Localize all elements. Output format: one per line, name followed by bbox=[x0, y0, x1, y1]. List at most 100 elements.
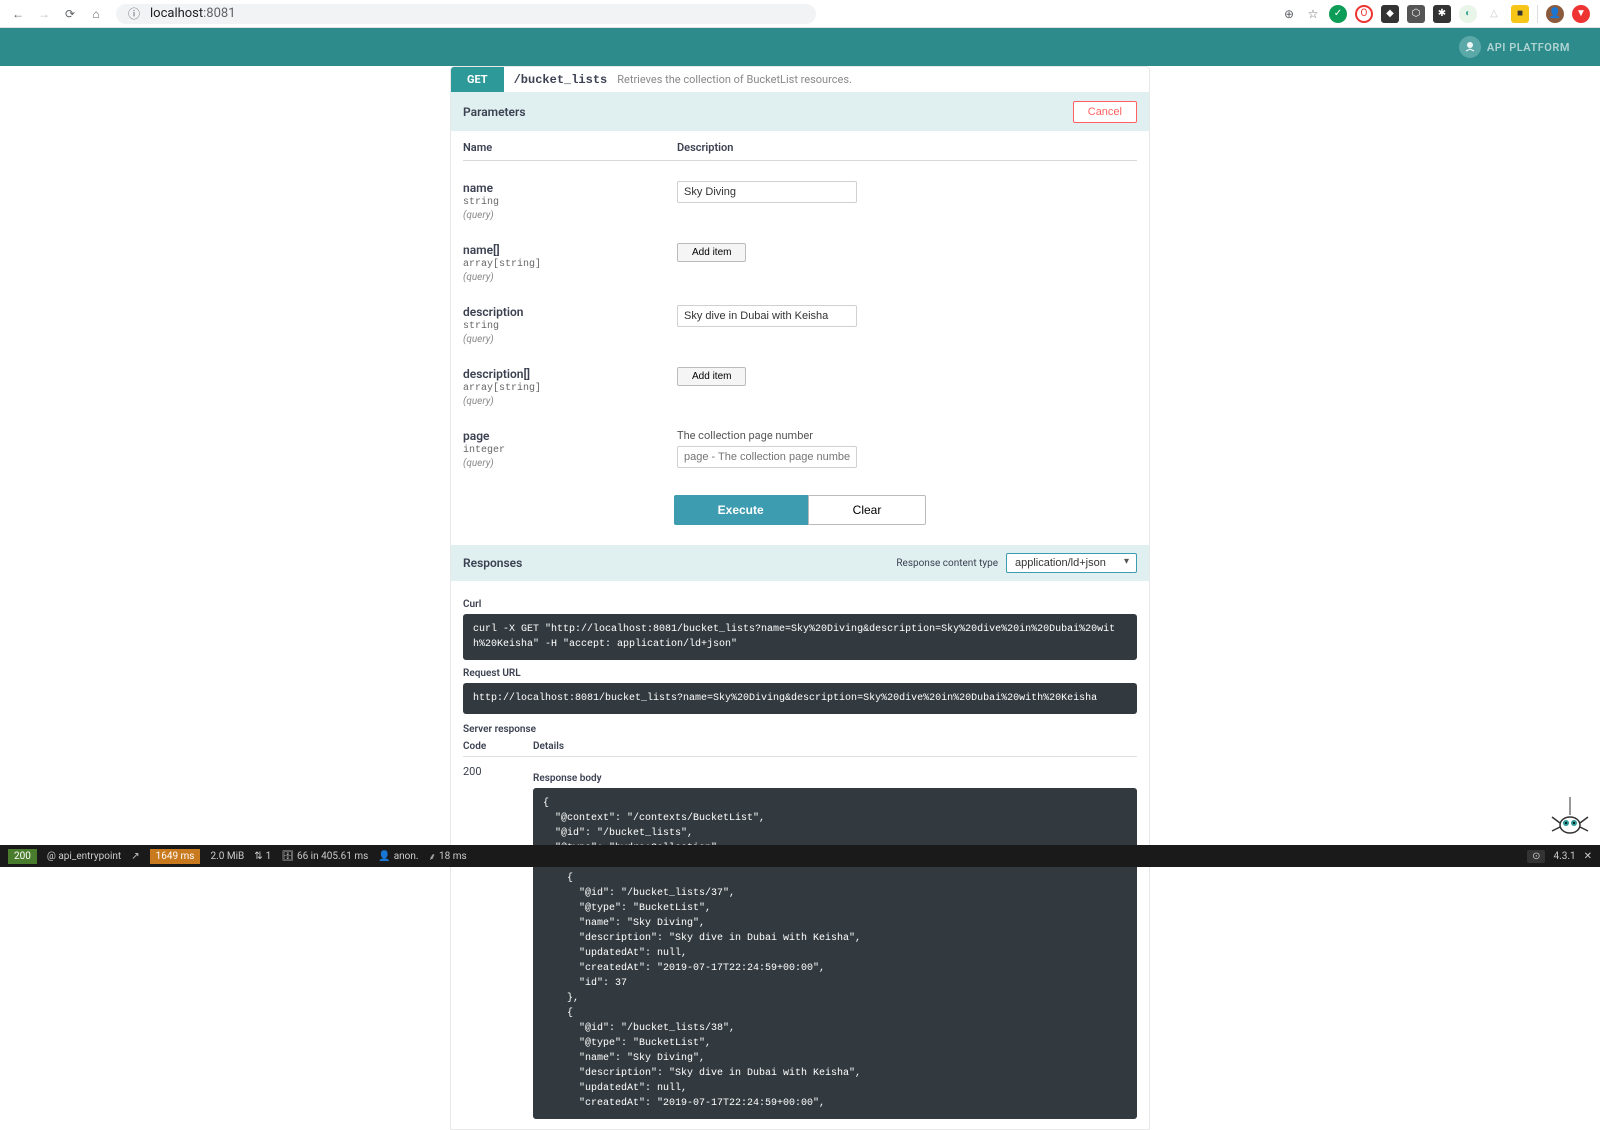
clear-button[interactable]: Clear bbox=[808, 495, 927, 525]
spider-mascot-icon bbox=[1550, 797, 1590, 847]
ext-icon-8[interactable]: ■ bbox=[1511, 5, 1529, 23]
response-code: 200 bbox=[463, 765, 533, 1119]
cancel-button[interactable]: Cancel bbox=[1073, 101, 1137, 123]
parameters-section: Name Description namestring(query)name[]… bbox=[451, 131, 1149, 545]
back-icon[interactable]: ← bbox=[10, 6, 26, 22]
sb-user[interactable]: 👤 anon. bbox=[378, 851, 418, 862]
responses-header: Responses Response content type applicat… bbox=[451, 545, 1149, 581]
sb-symfony-icon[interactable]: ⊙ bbox=[1527, 850, 1545, 863]
sb-render[interactable]: ⸙ 18 ms bbox=[429, 849, 467, 863]
add-item-button[interactable]: Add item bbox=[677, 367, 746, 386]
response-row: 200 Response body { "@context": "/contex… bbox=[463, 765, 1137, 1119]
param-input[interactable] bbox=[677, 446, 857, 468]
toolbar-right: ⊕ ☆ ✓ O ◆ ⬡ ✱ ◐ △ ■ 👤 ▼ bbox=[1281, 5, 1590, 23]
operation-summary[interactable]: GET /bucket_lists Retrieves the collecti… bbox=[451, 67, 1149, 93]
param-row: description[]array[string](query)Add ite… bbox=[463, 359, 1137, 421]
execute-button[interactable]: Execute bbox=[674, 495, 808, 525]
response-body-block[interactable]: { "@context": "/contexts/BucketList", "@… bbox=[533, 788, 1137, 1119]
param-location: (query) bbox=[463, 210, 677, 221]
response-body-label: Response body bbox=[533, 773, 1137, 784]
col-name: Name bbox=[463, 141, 677, 154]
param-input-col bbox=[677, 181, 1137, 221]
operation-description: Retrieves the collection of BucketList r… bbox=[617, 73, 852, 86]
forward-icon[interactable]: → bbox=[36, 6, 52, 22]
sb-close-icon[interactable]: ✕ bbox=[1584, 851, 1592, 862]
brand-text: API PLATFORM bbox=[1487, 41, 1570, 54]
star-icon[interactable]: ☆ bbox=[1305, 6, 1321, 22]
param-type: string bbox=[463, 197, 677, 208]
param-row: name[] array[string] (query)Add item bbox=[463, 235, 1137, 297]
ext-icon-4[interactable]: ⬡ bbox=[1407, 5, 1425, 23]
logo-badge-icon bbox=[1459, 36, 1481, 58]
curl-label: Curl bbox=[463, 599, 1137, 610]
home-icon[interactable]: ⌂ bbox=[88, 6, 104, 22]
param-name-col: page integer (query) bbox=[463, 429, 677, 469]
sb-ajax[interactable]: ⇅ 1 bbox=[254, 851, 271, 862]
sb-db[interactable]: 🗄 66 in 405.61 ms bbox=[281, 851, 368, 862]
content-type-label: Response content type bbox=[896, 558, 998, 569]
parameters-title: Parameters bbox=[463, 105, 526, 119]
add-item-button[interactable]: Add item bbox=[677, 243, 746, 262]
sb-route[interactable]: @ api_entrypoint bbox=[47, 851, 121, 862]
param-name: name[] bbox=[463, 243, 677, 257]
main-container: GET /bucket_lists Retrieves the collecti… bbox=[450, 66, 1150, 1130]
status-bar[interactable]: 200 @ api_entrypoint ↗ 1649 ms 2.0 MiB ⇅… bbox=[0, 845, 1600, 867]
info-icon[interactable]: ⓘ bbox=[126, 6, 142, 22]
reload-icon[interactable]: ⟳ bbox=[62, 6, 78, 22]
search-icon[interactable]: ⊕ bbox=[1281, 6, 1297, 22]
param-name-col: descriptionstring(query) bbox=[463, 305, 677, 345]
sb-time[interactable]: 1649 ms bbox=[150, 849, 201, 864]
ext-icon-3[interactable]: ◆ bbox=[1381, 5, 1399, 23]
param-name: name bbox=[463, 181, 677, 195]
param-name-col: name[] array[string] (query) bbox=[463, 243, 677, 283]
param-type: array[string] bbox=[463, 259, 677, 270]
param-row: descriptionstring(query) bbox=[463, 297, 1137, 359]
nav-buttons: ← → ⟳ ⌂ bbox=[10, 6, 104, 22]
url-text: localhost:8081 bbox=[150, 6, 236, 21]
server-response-label: Server response bbox=[463, 724, 1137, 735]
param-name: description bbox=[463, 305, 677, 319]
param-input[interactable] bbox=[677, 305, 857, 327]
param-location: (query) bbox=[463, 272, 677, 283]
sb-external-icon[interactable]: ↗ bbox=[131, 851, 139, 862]
param-type: array[string] bbox=[463, 383, 677, 394]
content-type-select[interactable]: application/ld+json bbox=[1006, 553, 1137, 573]
api-header: API PLATFORM bbox=[0, 28, 1600, 66]
param-row: page integer (query) The collection page nu… bbox=[463, 421, 1137, 483]
param-name-col: name string (query) bbox=[463, 181, 677, 221]
params-table-header: Name Description bbox=[463, 141, 1137, 161]
param-type: string bbox=[463, 321, 677, 332]
content-type-wrap: Response content type application/ld+jso… bbox=[896, 553, 1137, 573]
url-bar[interactable]: ⓘ localhost:8081 bbox=[116, 4, 816, 24]
ext-icon-7[interactable]: △ bbox=[1485, 5, 1503, 23]
ext-icon-9[interactable]: ▼ bbox=[1572, 5, 1590, 23]
request-url-block[interactable]: http://localhost:8081/bucket_lists?name=… bbox=[463, 683, 1137, 714]
method-badge: GET bbox=[451, 67, 504, 92]
param-type: integer bbox=[463, 445, 677, 456]
ext-icon-2[interactable]: O bbox=[1355, 5, 1373, 23]
sb-memory[interactable]: 2.0 MiB bbox=[210, 851, 244, 862]
param-name-col: description[]array[string](query) bbox=[463, 367, 677, 407]
ext-icon-1[interactable]: ✓ bbox=[1329, 5, 1347, 23]
param-row: name string (query) bbox=[463, 173, 1137, 235]
param-location: (query) bbox=[463, 458, 677, 469]
api-logo[interactable]: API PLATFORM bbox=[1459, 36, 1570, 58]
action-buttons: Execute Clear bbox=[463, 495, 1137, 525]
param-input[interactable] bbox=[677, 181, 857, 203]
avatar-icon[interactable]: 👤 bbox=[1546, 5, 1564, 23]
param-name: page bbox=[463, 429, 677, 443]
response-details: Response body { "@context": "/contexts/B… bbox=[533, 765, 1137, 1119]
sb-version[interactable]: 4.3.1 bbox=[1553, 851, 1575, 862]
ext-icon-5[interactable]: ✱ bbox=[1433, 5, 1451, 23]
param-input-col: The collection page number bbox=[677, 429, 1137, 469]
param-name: description[] bbox=[463, 367, 677, 381]
col-description: Description bbox=[677, 141, 733, 154]
curl-block[interactable]: curl -X GET "http://localhost:8081/bucke… bbox=[463, 614, 1137, 660]
operation-path: /bucket_lists bbox=[504, 73, 618, 87]
browser-chrome: ← → ⟳ ⌂ ⓘ localhost:8081 ⊕ ☆ ✓ O ◆ ⬡ ✱ ◐… bbox=[0, 0, 1600, 28]
param-description-label: The collection page number bbox=[677, 429, 1137, 442]
details-col: Details bbox=[533, 741, 564, 752]
ext-icon-6[interactable]: ◐ bbox=[1459, 5, 1477, 23]
response-table-header: Code Details bbox=[463, 741, 1137, 757]
sb-status-code[interactable]: 200 bbox=[8, 849, 37, 864]
